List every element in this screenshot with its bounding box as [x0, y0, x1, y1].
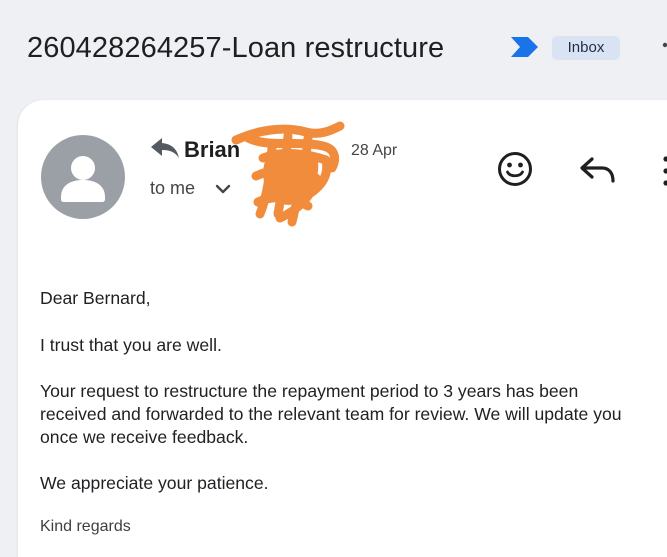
more-vert-icon[interactable]: [656, 42, 667, 58]
closing-line: Kind regards: [40, 518, 131, 535]
body-line: once we receive feedback.: [40, 427, 249, 447]
chevron-down-icon[interactable]: [215, 183, 231, 195]
email-subject: 260428264257-Loan restructure: [27, 32, 445, 64]
reply-icon[interactable]: [578, 153, 618, 187]
body-line: I trust that you are well.: [40, 335, 222, 355]
reply-indicator-icon: [151, 138, 179, 158]
recipient-label[interactable]: to me: [150, 176, 195, 200]
subject-bar: 260428264257-Loan restructure Inbox: [0, 0, 667, 100]
body-line: received and forwarded to the relevant t…: [40, 404, 622, 424]
emoji-react-icon[interactable]: [496, 150, 534, 188]
more-vert-icon[interactable]: [658, 155, 667, 187]
message-date: 28 Apr: [351, 142, 398, 159]
body-line: We appreciate your patience.: [40, 473, 269, 493]
inbox-label-chip[interactable]: Inbox: [552, 36, 620, 60]
redaction-scribble: [231, 121, 345, 227]
importance-marker-icon[interactable]: [509, 37, 539, 57]
email-view: 260428264257-Loan restructure Inbox Bria…: [0, 0, 667, 557]
body-line: Your request to restructure the repaymen…: [40, 381, 579, 401]
default-avatar-icon[interactable]: [41, 135, 125, 219]
greeting-line: Dear Bernard,: [40, 288, 151, 308]
